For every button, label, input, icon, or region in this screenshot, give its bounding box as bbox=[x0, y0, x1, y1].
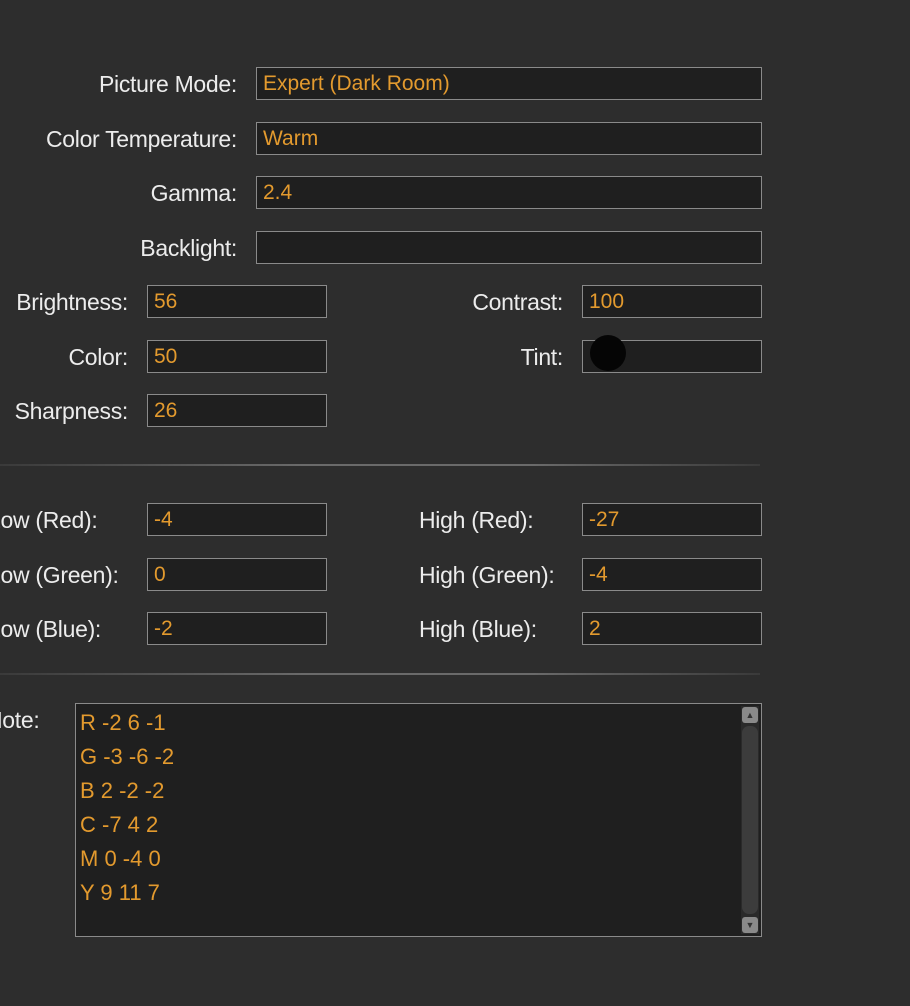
low-green-field[interactable]: 0 bbox=[147, 558, 327, 591]
note-line: M 0 -4 0 bbox=[80, 846, 161, 871]
backlight-field[interactable] bbox=[256, 231, 762, 264]
low-red-field[interactable]: -4 bbox=[147, 503, 327, 536]
scroll-up-arrow-icon[interactable]: ▲ bbox=[742, 707, 758, 723]
color-field[interactable]: 50 bbox=[147, 340, 327, 373]
low-blue-label: Low (Blue): bbox=[0, 616, 102, 642]
note-line: G -3 -6 -2 bbox=[80, 744, 175, 769]
note-line: R -2 6 -1 bbox=[80, 710, 166, 735]
contrast-field[interactable]: 100 bbox=[582, 285, 762, 318]
contrast-label: Contrast: bbox=[472, 289, 563, 315]
color-label: Color: bbox=[68, 344, 128, 370]
gamma-field[interactable]: 2.4 bbox=[256, 176, 762, 209]
note-scrollbar[interactable]: ▲ ▼ bbox=[741, 706, 759, 934]
sharpness-label: Sharpness: bbox=[14, 398, 129, 424]
mouse-cursor-icon bbox=[590, 335, 626, 371]
high-red-field[interactable]: -27 bbox=[582, 503, 762, 536]
picture-mode-field[interactable]: Expert (Dark Room) bbox=[256, 67, 762, 100]
divider bbox=[0, 673, 760, 675]
backlight-label: Backlight: bbox=[140, 235, 237, 261]
note-label: Note: bbox=[0, 707, 40, 733]
low-blue-field[interactable]: -2 bbox=[147, 612, 327, 645]
high-blue-label: High (Blue): bbox=[419, 616, 537, 642]
divider bbox=[0, 464, 760, 466]
note-line: Y 9 11 7 bbox=[80, 880, 160, 905]
scroll-down-arrow-icon[interactable]: ▼ bbox=[742, 917, 758, 933]
sharpness-field[interactable]: 26 bbox=[147, 394, 327, 427]
low-red-label: Low (Red): bbox=[0, 507, 98, 533]
high-blue-field[interactable]: 2 bbox=[582, 612, 762, 645]
note-content: R -2 6 -1 G -3 -6 -2 B 2 -2 -2 C -7 4 2 … bbox=[80, 706, 174, 910]
tint-label: Tint: bbox=[520, 344, 564, 370]
note-textarea[interactable]: R -2 6 -1 G -3 -6 -2 B 2 -2 -2 C -7 4 2 … bbox=[75, 703, 762, 937]
gamma-label: Gamma: bbox=[150, 180, 238, 206]
high-green-label: High (Green): bbox=[419, 562, 555, 588]
note-line: B 2 -2 -2 bbox=[80, 778, 165, 803]
color-temperature-field[interactable]: Warm bbox=[256, 122, 762, 155]
low-green-label: Low (Green): bbox=[0, 562, 119, 588]
brightness-field[interactable]: 56 bbox=[147, 285, 327, 318]
picture-mode-label: Picture Mode: bbox=[99, 71, 237, 97]
color-temperature-label: Color Temperature: bbox=[45, 126, 237, 152]
scrollbar-thumb[interactable] bbox=[742, 726, 758, 914]
note-line: C -7 4 2 bbox=[80, 812, 159, 837]
high-red-label: High (Red): bbox=[419, 507, 534, 533]
brightness-label: Brightness: bbox=[16, 289, 128, 315]
high-green-field[interactable]: -4 bbox=[582, 558, 762, 591]
